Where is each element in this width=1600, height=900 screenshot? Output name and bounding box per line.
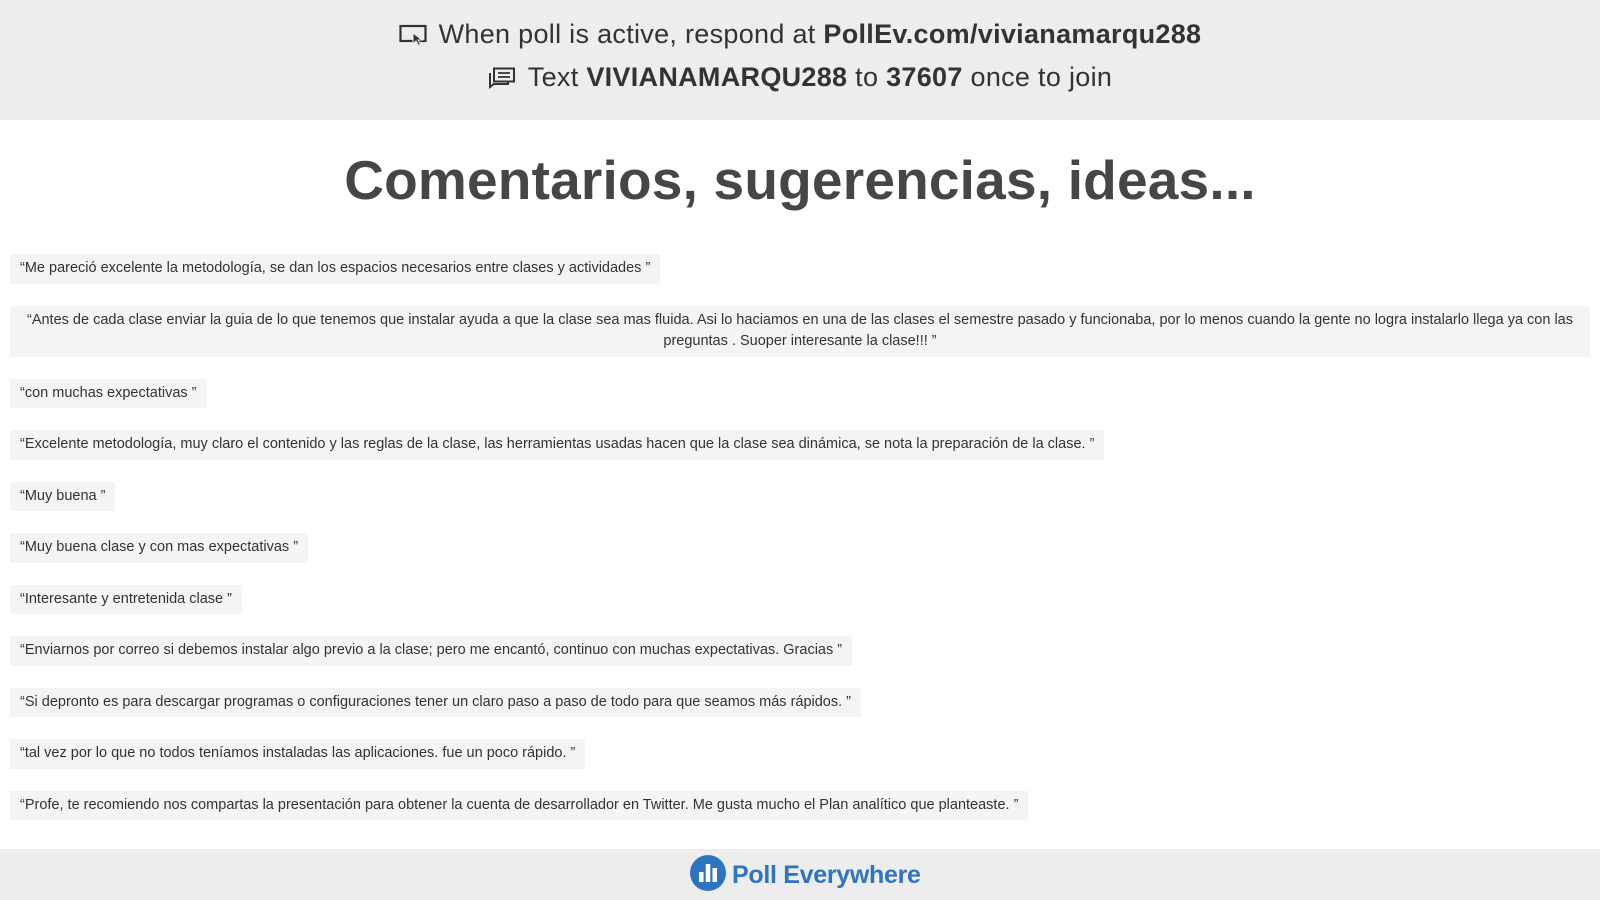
sms-prefix: Text: [527, 62, 587, 92]
response-item: “Muy buena clase y con mas expectativas …: [10, 533, 309, 563]
response-item: “Enviarnos por correo si debemos instala…: [10, 636, 853, 666]
presentation-screen-icon: [399, 22, 427, 53]
poll-title: Comentarios, sugerencias, ideas...: [344, 149, 1256, 211]
response-item: “Antes de cada clase enviar la guia de l…: [10, 305, 1590, 357]
web-join-prefix: When poll is active, respond at: [438, 19, 824, 49]
response-item: “con muchas expectativas ”: [10, 378, 207, 408]
response-list: “Me pareció excelente la metodología, se…: [10, 254, 1590, 842]
poll-url[interactable]: PollEv.com/vivianamarqu288: [823, 19, 1201, 49]
response-item: “Profe, te recomiendo nos compartas la p…: [10, 790, 1029, 820]
response-item: “Excelente metodología, muy claro el con…: [10, 430, 1105, 460]
response-item: “Interesante y entretenida clase ”: [10, 584, 242, 614]
response-item: “Si depronto es para descargar programas…: [10, 687, 862, 717]
join-instructions-bar: When poll is active, respond at PollEv.c…: [0, 0, 1600, 120]
sms-number: 37607: [886, 62, 963, 92]
sms-mid: to: [847, 62, 887, 92]
sms-join-instructions: Text VIVIANAMARQU288 to 37607 once to jo…: [0, 62, 1600, 96]
response-item: “tal vez por lo que no todos teníamos in…: [10, 739, 586, 769]
response-item: “Me pareció excelente la metodología, se…: [10, 254, 661, 284]
web-join-instructions: When poll is active, respond at PollEv.c…: [0, 19, 1600, 53]
sms-keyword: VIVIANAMARQU288: [586, 62, 848, 92]
poll-everywhere-logo-icon: [690, 854, 726, 896]
brand-logo[interactable]: Poll Everywhere: [690, 854, 921, 896]
sms-suffix: once to join: [962, 62, 1113, 92]
footer-bar: Poll Everywhere: [0, 849, 1600, 900]
response-item: “Muy buena ”: [10, 481, 116, 511]
brand-name: Poll Everywhere: [732, 860, 921, 889]
text-message-icon: [488, 65, 516, 96]
